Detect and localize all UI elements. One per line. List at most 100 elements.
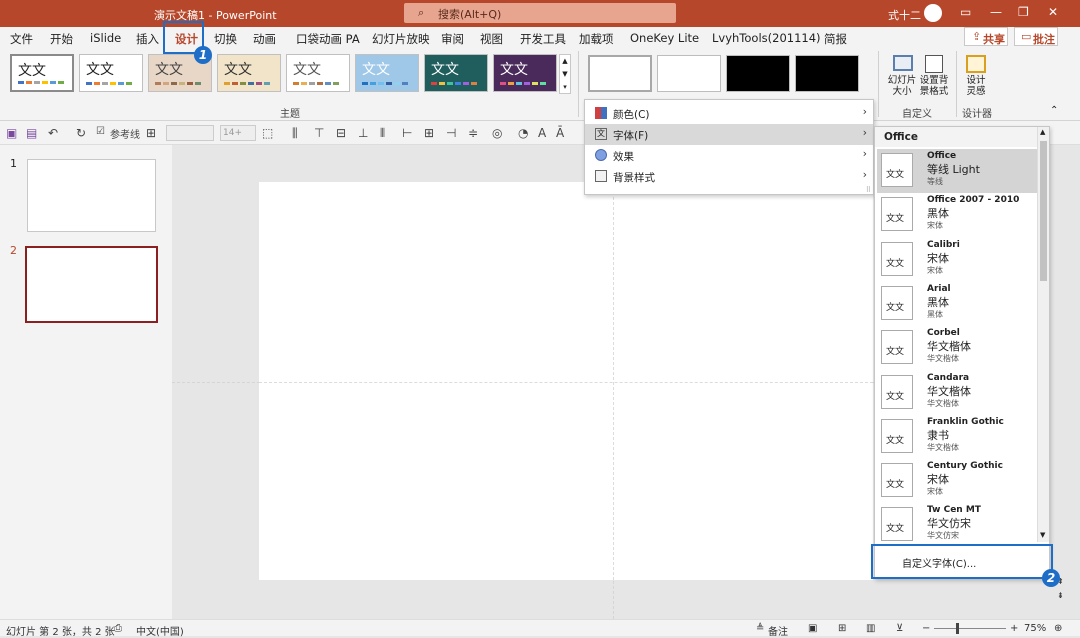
slide-sorter-icon[interactable]: ⊞ <box>838 623 846 634</box>
scroll-thumb[interactable] <box>1040 141 1047 281</box>
menu-item-background-styles[interactable]: 背景样式 › <box>585 166 873 187</box>
slide-thumbnail-1[interactable] <box>27 159 156 232</box>
slide-thumbnail-2[interactable] <box>25 246 158 323</box>
font-theme-item[interactable]: 文文 Arial 黑体 黑体 <box>877 282 1037 326</box>
tab-insert[interactable]: 插入 <box>136 31 159 47</box>
distribute-vertical-icon[interactable]: ≑ <box>468 126 478 140</box>
font-theme-item[interactable]: 文文 Corbel 华文楷体 华文楷体 <box>877 326 1037 370</box>
font-theme-item[interactable]: 文文 Office 等线 Light 等线 <box>877 149 1037 193</box>
font-theme-item[interactable]: 文文 Century Gothic 宋体 宋体 <box>877 459 1037 503</box>
format-background-button[interactable]: 设置背 景格式 <box>917 53 951 103</box>
collapse-ribbon-icon[interactable]: ⌃ <box>1050 105 1058 116</box>
slide-size-button[interactable]: 幻灯片 大小 <box>885 53 919 103</box>
tab-islide[interactable]: iSlide <box>90 31 121 45</box>
shape-outline-icon[interactable]: ◔ <box>518 126 528 140</box>
search-box[interactable]: ⌕ 搜索(Alt+Q) <box>404 3 676 23</box>
theme-thumbnail[interactable]: 文文 <box>493 54 557 92</box>
tab-briefing[interactable]: 简报 <box>824 31 847 47</box>
user-name[interactable]: 式十二 <box>888 7 921 23</box>
zoom-in-icon[interactable]: + <box>1010 623 1018 634</box>
menu-item-effects[interactable]: 效果 › <box>585 145 873 166</box>
align-bottom-icon[interactable]: ⊥ <box>358 126 368 140</box>
restore-icon[interactable]: ❐ <box>1018 5 1029 19</box>
comment-button[interactable]: ▭ 批注 <box>1014 27 1058 46</box>
font-theme-item[interactable]: 文文 Candara 华文楷体 华文楷体 <box>877 371 1037 415</box>
align-top-icon[interactable]: ⊤ <box>314 126 324 140</box>
tab-animations[interactable]: 动画 <box>253 31 276 47</box>
tab-slideshow[interactable]: 幻灯片放映 <box>372 31 430 47</box>
align-right-icon[interactable]: ⊣ <box>446 126 456 140</box>
font-theme-item[interactable]: 文文 Franklin Gothic 隶书 华文楷体 <box>877 415 1037 459</box>
slide-horizontal-guide[interactable] <box>259 382 873 383</box>
tab-file[interactable]: 文件 <box>10 31 33 47</box>
zoom-slider-track[interactable] <box>934 628 1006 629</box>
next-slide-icon[interactable]: ⇟ <box>1057 591 1064 600</box>
theme-thumbnail[interactable]: 文文 <box>355 54 419 92</box>
minimize-icon[interactable]: — <box>990 5 1002 19</box>
font-list-scrollbar[interactable]: ▲ ▼ <box>1037 127 1049 542</box>
canvas-scrollbar[interactable]: ⇞ ⇟ <box>1057 145 1069 605</box>
reference-line-checkbox[interactable]: ☑ <box>96 126 105 137</box>
tab-home[interactable]: 开始 <box>50 31 73 47</box>
tab-addins[interactable]: 加载项 <box>579 31 614 47</box>
align-icon[interactable]: ⫼ <box>292 126 298 141</box>
text-box-icon[interactable]: ⊞ <box>146 126 156 140</box>
scroll-up-icon[interactable]: ▲ <box>1040 128 1045 136</box>
variant-1[interactable] <box>588 55 652 92</box>
slide[interactable] <box>259 182 873 580</box>
font-theme-item[interactable]: 文文 Office 2007 - 2010 黑体 宋体 <box>877 193 1037 237</box>
theme-thumbnail[interactable]: 文文 <box>424 54 488 92</box>
fit-to-window-icon[interactable]: ⊕ <box>1054 623 1062 634</box>
theme-thumbnail[interactable]: 文文 <box>286 54 350 92</box>
avatar[interactable] <box>924 4 942 22</box>
tab-onekey-lite[interactable]: OneKey Lite <box>630 31 699 45</box>
normal-view-icon[interactable]: ▣ <box>808 623 817 634</box>
variant-4[interactable] <box>795 55 859 92</box>
tab-pocket-animation[interactable]: 口袋动画 PA <box>296 31 360 47</box>
theme-color-swatches <box>155 82 201 86</box>
menu-item-colors[interactable]: 颜色(C) › <box>585 103 873 124</box>
font-size-select[interactable]: 14+ <box>220 125 256 141</box>
accessibility-icon[interactable]: ⎙ <box>114 623 122 634</box>
save-icon[interactable]: ▣ <box>6 126 17 140</box>
theme-scroll[interactable]: ▲ ▼ ▾ <box>559 54 571 94</box>
slideshow-icon[interactable]: ⊻ <box>896 623 903 634</box>
tab-developer[interactable]: 开发工具 <box>520 31 566 47</box>
theme-thumbnail[interactable]: 文文 <box>10 54 74 92</box>
share-button[interactable]: ⇪ 共享 <box>964 27 1008 46</box>
scroll-down-icon[interactable]: ▼ <box>1040 531 1045 539</box>
undo-icon[interactable]: ↶ <box>48 126 58 140</box>
decrease-font-icon[interactable]: Ā <box>556 126 564 140</box>
font-theme-item[interactable]: 文文 Calibri 宋体 宋体 <box>877 238 1037 282</box>
tab-lvyhtools[interactable]: LvyhTools(201114) <box>712 31 821 45</box>
theme-thumbnail[interactable]: 文文 <box>217 54 281 92</box>
variant-3[interactable] <box>726 55 790 92</box>
fill-color-icon[interactable]: ◎ <box>492 126 502 140</box>
resize-handle-icon[interactable]: ⠿ <box>866 186 871 194</box>
theme-thumbnail[interactable]: 文文 <box>79 54 143 92</box>
save-as-icon[interactable]: ▤ <box>26 126 37 140</box>
close-icon[interactable]: ✕ <box>1048 5 1058 19</box>
align-left-icon[interactable]: ⊢ <box>402 126 412 140</box>
slide-vertical-guide[interactable] <box>613 182 614 580</box>
reading-view-icon[interactable]: ▥ <box>866 623 875 634</box>
font-theme-item[interactable]: 文文 Tw Cen MT 华文仿宋 华文仿宋 <box>877 503 1037 547</box>
align-middle-icon[interactable]: ⊟ <box>336 126 346 140</box>
ribbon-display-icon[interactable]: ▭ <box>960 5 971 19</box>
variant-2[interactable] <box>657 55 721 92</box>
increase-font-icon[interactable]: A <box>538 126 546 140</box>
distribute-icon[interactable]: ⫴ <box>380 126 385 141</box>
tab-view[interactable]: 视图 <box>480 31 503 47</box>
design-ideas-button[interactable]: 设计 灵感 <box>960 53 992 103</box>
zoom-level[interactable]: 75% <box>1024 623 1046 634</box>
notes-icon[interactable]: ≜ <box>756 623 764 634</box>
align-center-icon[interactable]: ⊞ <box>424 126 434 140</box>
menu-item-fonts[interactable]: 文 字体(F) › <box>585 124 873 145</box>
tab-transitions[interactable]: 切换 <box>214 31 237 47</box>
shape-icon[interactable]: ⬚ <box>262 126 273 140</box>
tab-review[interactable]: 审阅 <box>441 31 464 47</box>
zoom-out-icon[interactable]: − <box>922 623 930 634</box>
font-family-select[interactable] <box>166 125 214 141</box>
zoom-slider-thumb[interactable] <box>956 623 959 634</box>
redo-icon[interactable]: ↻ <box>76 126 86 140</box>
